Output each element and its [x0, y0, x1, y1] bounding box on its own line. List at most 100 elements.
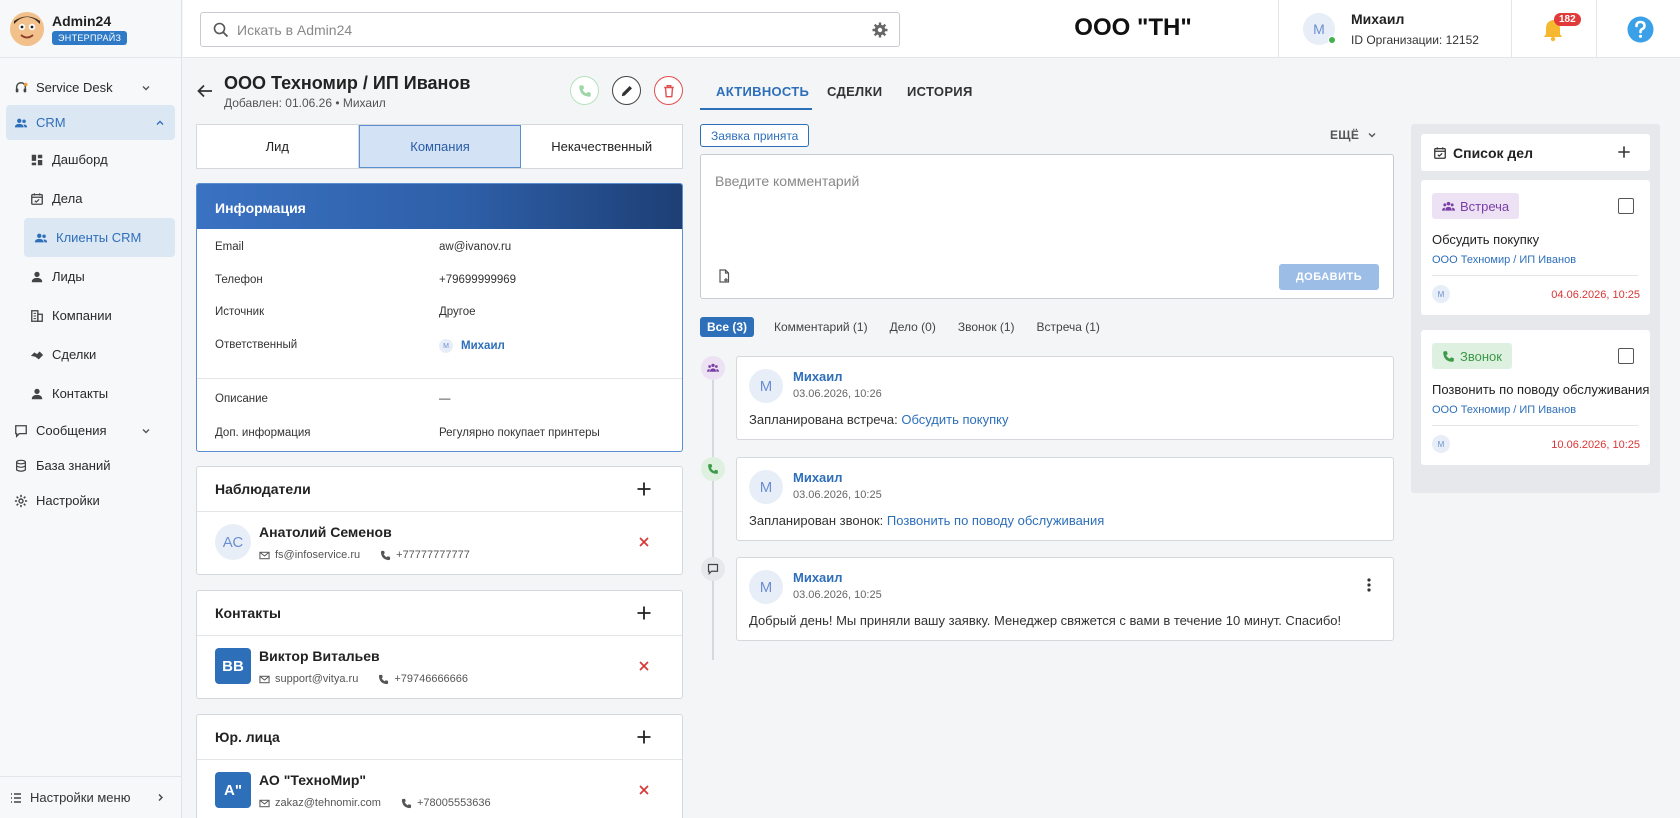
sidebar-item-deals[interactable]: Сделки — [0, 335, 181, 374]
person-icon — [30, 387, 44, 401]
status-chip[interactable]: Заявка принята — [700, 124, 810, 147]
tab-history[interactable]: ИСТОРИЯ — [907, 84, 973, 99]
add-contact-plus-icon[interactable] — [636, 605, 652, 621]
back-arrow-icon[interactable] — [196, 82, 214, 100]
owner-avatar: М — [439, 339, 453, 353]
remove-contact-close-icon[interactable] — [638, 660, 650, 672]
list-item: А" АО "ТехноМир" zakaz@tehnomir.com +780… — [197, 760, 682, 818]
owner-value[interactable]: М Михаил — [439, 339, 679, 353]
notifications-button[interactable]: 182 — [1511, 0, 1597, 58]
event-author[interactable]: Михаил — [793, 470, 843, 485]
list-item: АС Анатолий Семенов fs@infoservice.ru +7… — [197, 512, 682, 575]
meeting-users-icon — [701, 356, 725, 380]
sidebar-item-crm-clients[interactable]: Клиенты CRM — [24, 218, 175, 257]
task-card[interactable]: Звонок Позвонить по поводу обслуживания … — [1421, 330, 1650, 465]
chevron-down-icon — [141, 426, 151, 436]
sidebar-item-label: Сделки — [52, 347, 97, 362]
task-client-link[interactable]: ООО Техномир / ИП Иванов — [1432, 254, 1576, 266]
headset-icon — [14, 81, 28, 95]
add-legal-entity-plus-icon[interactable] — [636, 729, 652, 745]
owner-link[interactable]: Михаил — [461, 340, 505, 352]
stage-lead[interactable]: Лид — [197, 125, 359, 168]
delete-button[interactable] — [654, 76, 683, 105]
task-complete-checkbox[interactable] — [1618, 198, 1634, 214]
user-menu[interactable]: М Михаил ID Организации: 12152 — [1278, 0, 1500, 58]
search-input[interactable] — [237, 21, 837, 38]
observer-phone[interactable]: +77777777777 — [396, 549, 470, 561]
sidebar: Admin24 ЭНТЕРПРАЙЗ Service Desk CRM Дашб… — [0, 0, 182, 818]
attach-file-icon[interactable] — [717, 269, 731, 283]
sidebar-item-messages[interactable]: Сообщения — [0, 413, 181, 448]
sidebar-item-tasks[interactable]: Дела — [0, 179, 181, 218]
edit-button[interactable] — [612, 76, 641, 105]
help-icon[interactable] — [1627, 16, 1654, 43]
description-value: — — [439, 393, 451, 405]
legal-entity-phone[interactable]: +78005553636 — [417, 797, 491, 809]
sidebar-item-service-desk[interactable]: Service Desk — [0, 70, 181, 105]
search-icon — [213, 22, 229, 38]
event-text: Запланирован звонок: — [749, 513, 887, 528]
chevron-down-icon — [141, 83, 151, 93]
brand[interactable]: Admin24 ЭНТЕРПРАЙЗ — [0, 0, 181, 58]
more-dropdown[interactable]: ЕЩЁ — [1330, 128, 1377, 142]
remove-observer-close-icon[interactable] — [638, 536, 650, 548]
info-label: Доп. информация — [215, 427, 311, 439]
filter-comments[interactable]: Комментарий (1) — [774, 320, 868, 334]
info-label: Телефон — [215, 274, 263, 286]
observer-name[interactable]: Анатолий Семенов — [259, 524, 392, 540]
phone-value[interactable]: +79699999969 — [439, 274, 679, 286]
sidebar-item-knowledge-base[interactable]: База знаний — [0, 448, 181, 483]
activity-event: М Михаил 03.06.2026, 10:26 Запланирована… — [736, 356, 1394, 440]
active-tab-underline — [700, 108, 812, 110]
sidebar-item-settings[interactable]: Настройки — [0, 483, 181, 518]
tab-activity[interactable]: АКТИВНОСТЬ — [716, 84, 809, 99]
sidebar-item-label: Service Desk — [36, 80, 113, 95]
comment-box: ДОБАВИТЬ — [700, 154, 1394, 299]
sidebar-item-leads[interactable]: Лиды — [0, 257, 181, 296]
remove-legal-entity-close-icon[interactable] — [638, 784, 650, 796]
observer-email[interactable]: fs@infoservice.ru — [275, 549, 360, 561]
contact-phone[interactable]: +79746666666 — [394, 673, 468, 685]
stage-unqualified[interactable]: Некачественный — [521, 125, 682, 168]
comment-input[interactable] — [715, 173, 1375, 243]
database-icon — [14, 459, 28, 473]
call-button[interactable] — [570, 76, 599, 105]
list-icon — [10, 792, 22, 804]
email-value[interactable]: aw@ivanov.ru — [439, 241, 679, 253]
contact-name[interactable]: Виктор Витальев — [259, 648, 380, 664]
phone-icon — [578, 84, 592, 98]
tab-deals[interactable]: СДЕЛКИ — [827, 84, 882, 99]
task-client-link[interactable]: ООО Техномир / ИП Иванов — [1432, 404, 1576, 416]
sidebar-item-companies[interactable]: Компании — [0, 296, 181, 335]
task-card[interactable]: Встреча Обсудить покупку ООО Техномир / … — [1421, 180, 1650, 315]
filter-all[interactable]: Все (3) — [700, 317, 755, 337]
sidebar-item-dashboard[interactable]: Дашборд — [0, 140, 181, 179]
legal-entity-name[interactable]: АО "ТехноМир" — [259, 772, 366, 788]
more-vertical-icon[interactable] — [1367, 578, 1371, 592]
stage-company[interactable]: Компания — [358, 125, 522, 168]
event-link[interactable]: Обсудить покупку — [901, 412, 1008, 427]
menu-settings-button[interactable]: Настройки меню — [0, 776, 181, 818]
task-complete-checkbox[interactable] — [1618, 348, 1634, 364]
contact-email[interactable]: support@vitya.ru — [275, 673, 358, 685]
filter-tasks[interactable]: Дело (0) — [890, 320, 936, 334]
filter-meetings[interactable]: Встреча (1) — [1037, 320, 1100, 334]
add-observer-plus-icon[interactable] — [636, 481, 652, 497]
add-comment-button[interactable]: ДОБАВИТЬ — [1279, 264, 1379, 290]
task-divider — [1432, 425, 1638, 426]
chat-icon — [14, 424, 28, 438]
phone-icon — [1442, 350, 1460, 363]
event-author[interactable]: Михаил — [793, 570, 843, 585]
sidebar-item-contacts[interactable]: Контакты — [0, 374, 181, 413]
menu-settings-label: Настройки меню — [30, 790, 131, 805]
event-link[interactable]: Позвонить по поводу обслуживания — [887, 513, 1104, 528]
add-task-plus-icon[interactable] — [1617, 145, 1632, 160]
legal-entity-email[interactable]: zakaz@tehnomir.com — [275, 797, 381, 809]
users-icon — [1442, 200, 1460, 213]
sidebar-item-crm[interactable]: CRM — [6, 105, 175, 140]
task-divider — [1432, 275, 1638, 276]
filter-calls[interactable]: Звонок (1) — [958, 320, 1015, 334]
search-settings-gear-icon[interactable] — [871, 21, 889, 39]
contacts-card: Контакты ВВ Виктор Витальев support@vity… — [196, 590, 683, 699]
event-author[interactable]: Михаил — [793, 369, 843, 384]
